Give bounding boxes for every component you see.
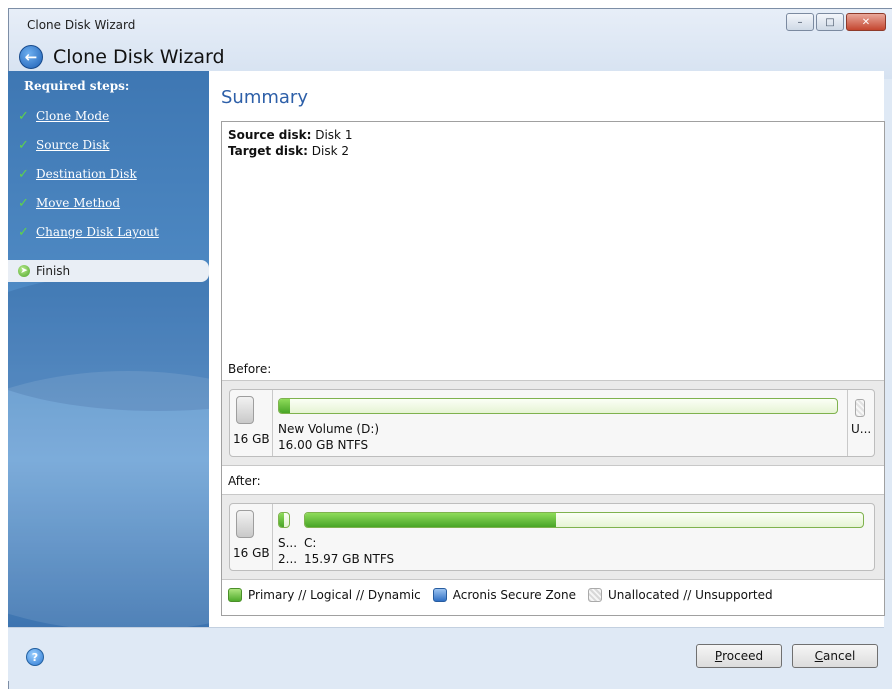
partition-usage-fill [279,399,291,413]
step-destination-disk[interactable]: ✓ Destination Disk [8,163,209,185]
source-disk-label: Source disk: [228,128,312,142]
hard-disk-icon [236,396,254,424]
small-partition-detail: 2... [278,552,298,566]
step-change-disk-layout[interactable]: ✓ Change Disk Layout [8,221,209,243]
partition-detail: 16.00 GB NTFS [278,438,369,452]
before-label: Before: [228,362,272,376]
checkmark-icon: ✓ [18,137,29,153]
disk-size: 16 GB [233,546,270,560]
wizard-footer: ? Proceed Cancel [8,627,884,681]
divider [272,504,273,570]
step-label: Move Method [36,196,121,210]
target-disk-label: Target disk: [228,144,308,158]
partition-name: New Volume (D:) [278,422,380,436]
unallocated-icon [855,399,865,417]
target-disk-value: Disk 2 [311,144,349,158]
after-disk-panel: 16 GB S... 2... C: 15.97 GB NTFS [222,494,884,580]
step-label: Clone Mode [36,109,110,123]
legend-item-unallocated: Unallocated // Unsupported [588,588,773,602]
small-partition-name: S... [278,536,298,550]
checkmark-icon: ✓ [18,166,29,182]
divider [847,390,848,456]
partition-detail: 15.97 GB NTFS [304,552,395,566]
step-label: Destination Disk [36,167,137,181]
source-disk-line: Source disk: Disk 1 [228,128,352,142]
checkmark-icon: ✓ [18,224,29,240]
cancel-button[interactable]: Cancel [792,644,878,668]
title-bar: Clone Disk Wizard – □ ✕ ← Clone Disk Wiz… [9,9,892,79]
legend-item-primary: Primary // Logical // Dynamic [228,588,421,602]
window-title: Clone Disk Wizard [27,18,136,32]
step-clone-mode[interactable]: ✓ Clone Mode [8,105,209,127]
partition-usage-bar[interactable] [304,512,864,528]
unallocated-swatch-icon [588,588,603,602]
step-finish[interactable]: ➤ Finish [8,260,209,282]
checkmark-icon: ✓ [18,195,29,211]
cancel-label: ancel [823,649,856,663]
primary-partition-swatch-icon [228,588,242,602]
back-arrow-icon[interactable]: ← [19,45,43,69]
partition-legend: Primary // Logical // Dynamic Acronis Se… [228,588,785,602]
legend-label: Unallocated // Unsupported [608,588,773,602]
window-controls: – □ ✕ [786,13,886,31]
sidebar-decoration [8,371,209,627]
minimize-button[interactable]: – [786,13,814,31]
step-label: Finish [36,264,71,278]
step-move-method[interactable]: ✓ Move Method [8,192,209,214]
summary-page: Summary Source disk: Disk 1 Target disk:… [209,71,885,627]
summary-panel: Source disk: Disk 1 Target disk: Disk 2 … [221,121,885,616]
close-button[interactable]: ✕ [846,13,886,31]
disk-size: 16 GB [233,432,270,446]
steps-header: Required steps: [24,79,130,93]
legend-label: Primary // Logical // Dynamic [248,588,421,602]
partition-usage-fill [279,513,284,527]
legend-item-acronis: Acronis Secure Zone [432,588,577,602]
checkmark-icon: ✓ [18,108,29,124]
hard-disk-icon [236,510,254,538]
before-disk-panel: 16 GB New Volume (D:) 16.00 GB NTFS U... [222,380,884,466]
proceed-mnemonic: P [714,649,723,663]
step-source-disk[interactable]: ✓ Source Disk [8,134,209,156]
small-partition-usage-bar[interactable] [278,512,290,528]
partition-name: C: [304,536,317,550]
help-icon[interactable]: ? [26,648,44,666]
steps-sidebar: Required steps: ✓ Clone Mode ✓ Source Di… [8,71,209,627]
after-disk-row[interactable]: 16 GB S... 2... C: 15.97 GB NTFS [229,503,875,571]
unallocated-label[interactable]: U... [851,422,871,436]
legend-label: Acronis Secure Zone [452,588,577,602]
current-step-arrow-icon: ➤ [18,265,30,277]
source-disk-value: Disk 1 [315,128,353,142]
cancel-mnemonic: C [814,649,824,663]
acronis-zone-swatch-icon [432,588,447,602]
step-label: Source Disk [36,138,110,152]
page-title: Summary [221,87,308,108]
proceed-button[interactable]: Proceed [696,644,782,668]
divider [272,390,273,456]
step-label: Change Disk Layout [36,225,159,239]
maximize-button[interactable]: □ [816,13,844,31]
partition-usage-fill [305,513,557,527]
partition-usage-bar[interactable] [278,398,838,414]
wizard-heading: Clone Disk Wizard [53,46,225,68]
before-disk-row[interactable]: 16 GB New Volume (D:) 16.00 GB NTFS U... [229,389,875,457]
proceed-label: roceed [722,649,764,663]
target-disk-line: Target disk: Disk 2 [228,144,349,158]
after-label: After: [228,474,261,488]
